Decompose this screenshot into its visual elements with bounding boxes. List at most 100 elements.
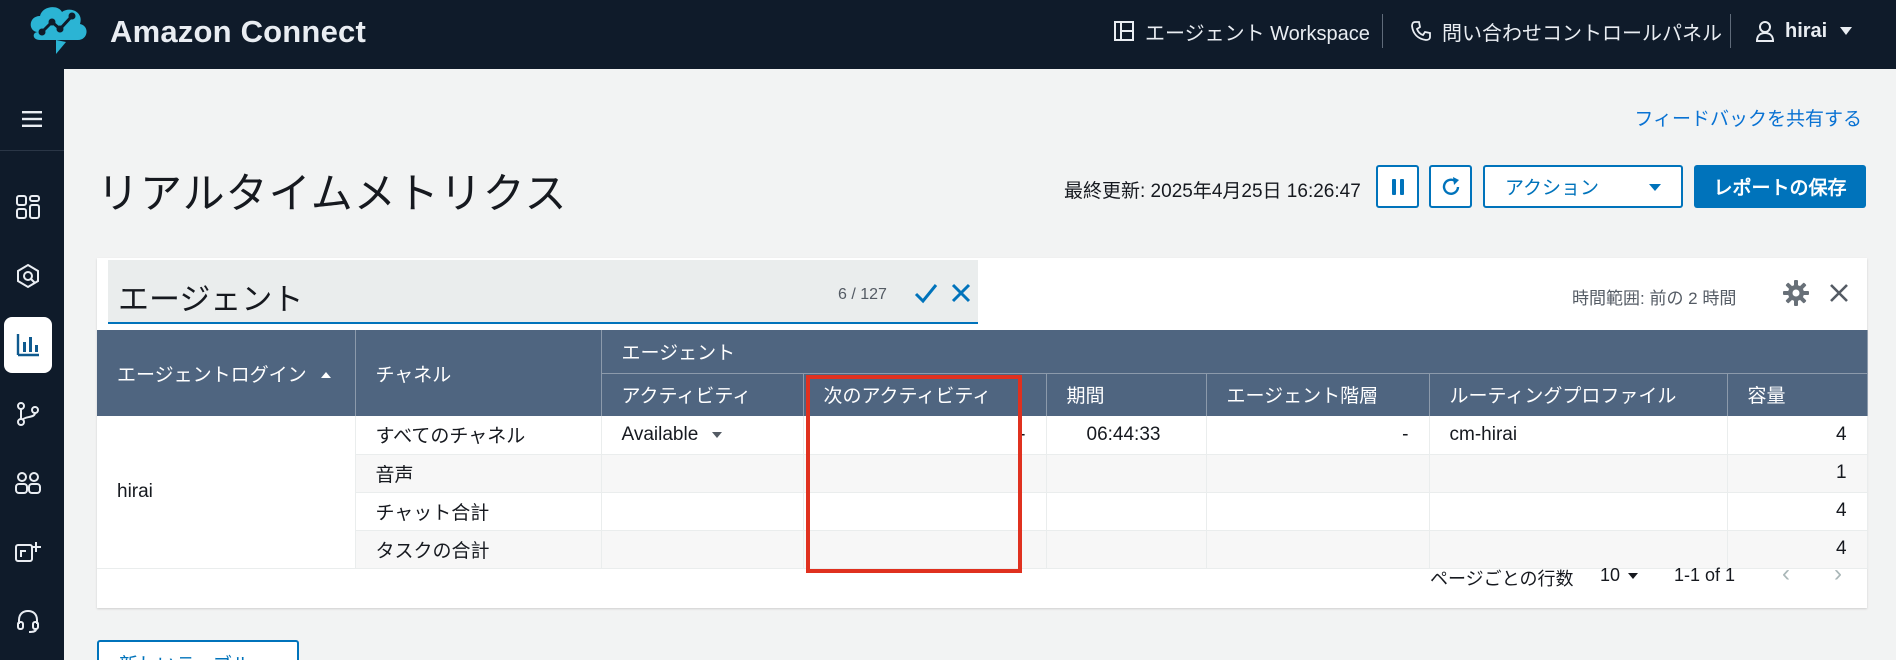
menu-icon bbox=[22, 111, 42, 127]
metrics-icon bbox=[16, 334, 39, 357]
header-agent-group: エージェント bbox=[601, 330, 1868, 374]
next-activity-cell: - bbox=[803, 416, 1047, 455]
pause-icon bbox=[1391, 178, 1404, 195]
table-row: タスクの合計 4 bbox=[97, 530, 1868, 569]
caret-down-icon bbox=[712, 431, 723, 438]
refresh-icon bbox=[1442, 176, 1459, 195]
hierarchy-cell bbox=[1206, 530, 1430, 569]
prev-page-button[interactable]: ‹ bbox=[1782, 560, 1790, 588]
header-channel[interactable]: チャネル bbox=[355, 330, 602, 416]
page-title: リアルタイムメトリクス bbox=[97, 170, 568, 217]
header-capacity[interactable]: 容量 bbox=[1727, 373, 1868, 416]
app-title: Amazon Connect bbox=[110, 14, 366, 49]
sidebar-item-headset[interactable] bbox=[4, 593, 52, 649]
channels-icon bbox=[15, 542, 41, 562]
table-row: 音声 1 bbox=[97, 454, 1868, 493]
menu-button[interactable] bbox=[12, 99, 52, 139]
hierarchy-cell: - bbox=[1206, 416, 1430, 455]
agent-workspace-label: エージェント Workspace bbox=[1145, 22, 1370, 45]
pause-button[interactable] bbox=[1376, 165, 1419, 208]
activity-cell bbox=[601, 530, 804, 569]
amazon-connect-logo-icon[interactable] bbox=[26, 2, 92, 58]
caret-down-icon bbox=[1628, 573, 1639, 580]
routing-icon bbox=[17, 402, 39, 426]
next-activity-cell bbox=[803, 454, 1047, 493]
capacity-cell: 1 bbox=[1727, 454, 1868, 493]
sidebar-item-metrics[interactable] bbox=[4, 317, 52, 373]
metrics-table-card: エージェント 6 / 127 時間範囲: 前の 2 時間 エージェントログイン … bbox=[97, 258, 1868, 608]
analytics-icon bbox=[17, 263, 39, 289]
activity-cell bbox=[601, 454, 804, 493]
caret-down-icon bbox=[1840, 27, 1853, 35]
channel-cell: チャット合計 bbox=[355, 492, 602, 531]
header-agent-login[interactable]: エージェントログイン bbox=[97, 330, 356, 416]
table-name-editor[interactable]: エージェント 6 / 127 bbox=[108, 260, 978, 324]
routing-profile-cell bbox=[1429, 492, 1728, 531]
rows-per-page-label: ページごとの行数 bbox=[1430, 569, 1574, 589]
duration-cell bbox=[1046, 454, 1207, 493]
routing-profile-cell bbox=[1429, 454, 1728, 493]
activity-dropdown[interactable]: Available bbox=[601, 416, 804, 455]
action-label: アクション bbox=[1505, 178, 1600, 199]
hierarchy-cell bbox=[1206, 492, 1430, 531]
sidebar bbox=[0, 69, 64, 660]
next-activity-cell bbox=[803, 530, 1047, 569]
phone-icon bbox=[1411, 21, 1431, 41]
gear-icon[interactable] bbox=[1783, 280, 1809, 306]
channel-cell: 音声 bbox=[355, 454, 602, 493]
save-report-button[interactable]: レポートの保存 bbox=[1694, 165, 1866, 208]
table-row: チャット合計 4 bbox=[97, 492, 1868, 531]
table-name-input[interactable]: エージェント bbox=[118, 274, 303, 319]
user-icon bbox=[1755, 21, 1775, 42]
next-page-button[interactable]: › bbox=[1834, 560, 1842, 588]
header-routing-profile[interactable]: ルーティングプロファイル bbox=[1429, 373, 1728, 416]
capacity-cell: 4 bbox=[1727, 530, 1868, 569]
header-duration[interactable]: 期間 bbox=[1046, 373, 1207, 416]
char-count: 6 / 127 bbox=[838, 286, 887, 303]
page-range: 1-1 of 1 bbox=[1674, 565, 1736, 585]
user-menu[interactable]: hirai bbox=[1755, 18, 1863, 44]
ccp-link[interactable]: 問い合わせコントロールパネル bbox=[1410, 18, 1722, 45]
sort-ascending-icon bbox=[320, 372, 331, 379]
rows-per-page-select[interactable]: 10 bbox=[1600, 565, 1639, 586]
refresh-button[interactable] bbox=[1429, 165, 1472, 208]
agent-workspace-link[interactable]: エージェント Workspace bbox=[1113, 18, 1370, 45]
sidebar-item-analytics[interactable] bbox=[4, 248, 52, 304]
check-icon[interactable] bbox=[914, 282, 938, 304]
top-bar: Amazon Connect エージェント Workspace 問い合わせコント… bbox=[0, 0, 1896, 69]
header-agent-hierarchy[interactable]: エージェント階層 bbox=[1206, 373, 1430, 416]
nav-divider bbox=[1382, 14, 1383, 48]
user-name: hirai bbox=[1785, 19, 1828, 42]
new-table-button[interactable]: 新しいテーブル bbox=[97, 640, 299, 660]
channel-cell: タスクの合計 bbox=[355, 530, 602, 569]
duration-cell: 06:44:33 bbox=[1046, 416, 1207, 455]
ccp-label: 問い合わせコントロールパネル bbox=[1442, 22, 1722, 45]
duration-cell bbox=[1046, 530, 1207, 569]
feedback-link[interactable]: フィードバックを共有する bbox=[1634, 104, 1862, 131]
header-next-activity[interactable]: 次のアクティビティ bbox=[803, 373, 1047, 416]
close-table-icon[interactable] bbox=[1828, 282, 1850, 304]
agent-login-cell: hirai bbox=[97, 416, 356, 569]
duration-cell bbox=[1046, 492, 1207, 531]
close-icon[interactable] bbox=[950, 282, 972, 304]
next-activity-cell bbox=[803, 492, 1047, 531]
sidebar-item-routing[interactable] bbox=[4, 386, 52, 442]
sidebar-item-users[interactable] bbox=[4, 455, 52, 511]
capacity-cell: 4 bbox=[1727, 416, 1868, 455]
channel-cell: すべてのチャネル bbox=[355, 416, 602, 455]
capacity-cell: 4 bbox=[1727, 492, 1868, 531]
last-updated: 最終更新: 2025年4月25日 16:26:47 bbox=[1064, 181, 1361, 202]
action-dropdown[interactable]: アクション bbox=[1483, 165, 1683, 208]
hierarchy-cell bbox=[1206, 454, 1430, 493]
table-row: hirai すべてのチャネル Available - 06:44:33 - cm… bbox=[97, 416, 1868, 569]
dashboard-icon bbox=[16, 195, 40, 219]
nav-divider bbox=[1730, 14, 1731, 48]
header-activity[interactable]: アクティビティ bbox=[601, 373, 804, 416]
headset-icon bbox=[17, 609, 39, 633]
routing-profile-cell: cm-hirai bbox=[1429, 416, 1728, 455]
sidebar-item-channels[interactable] bbox=[4, 524, 52, 580]
users-icon bbox=[15, 472, 41, 494]
activity-cell bbox=[601, 492, 804, 531]
time-range: 時間範囲: 前の 2 時間 bbox=[1572, 289, 1737, 308]
sidebar-item-dashboard[interactable] bbox=[4, 179, 52, 235]
